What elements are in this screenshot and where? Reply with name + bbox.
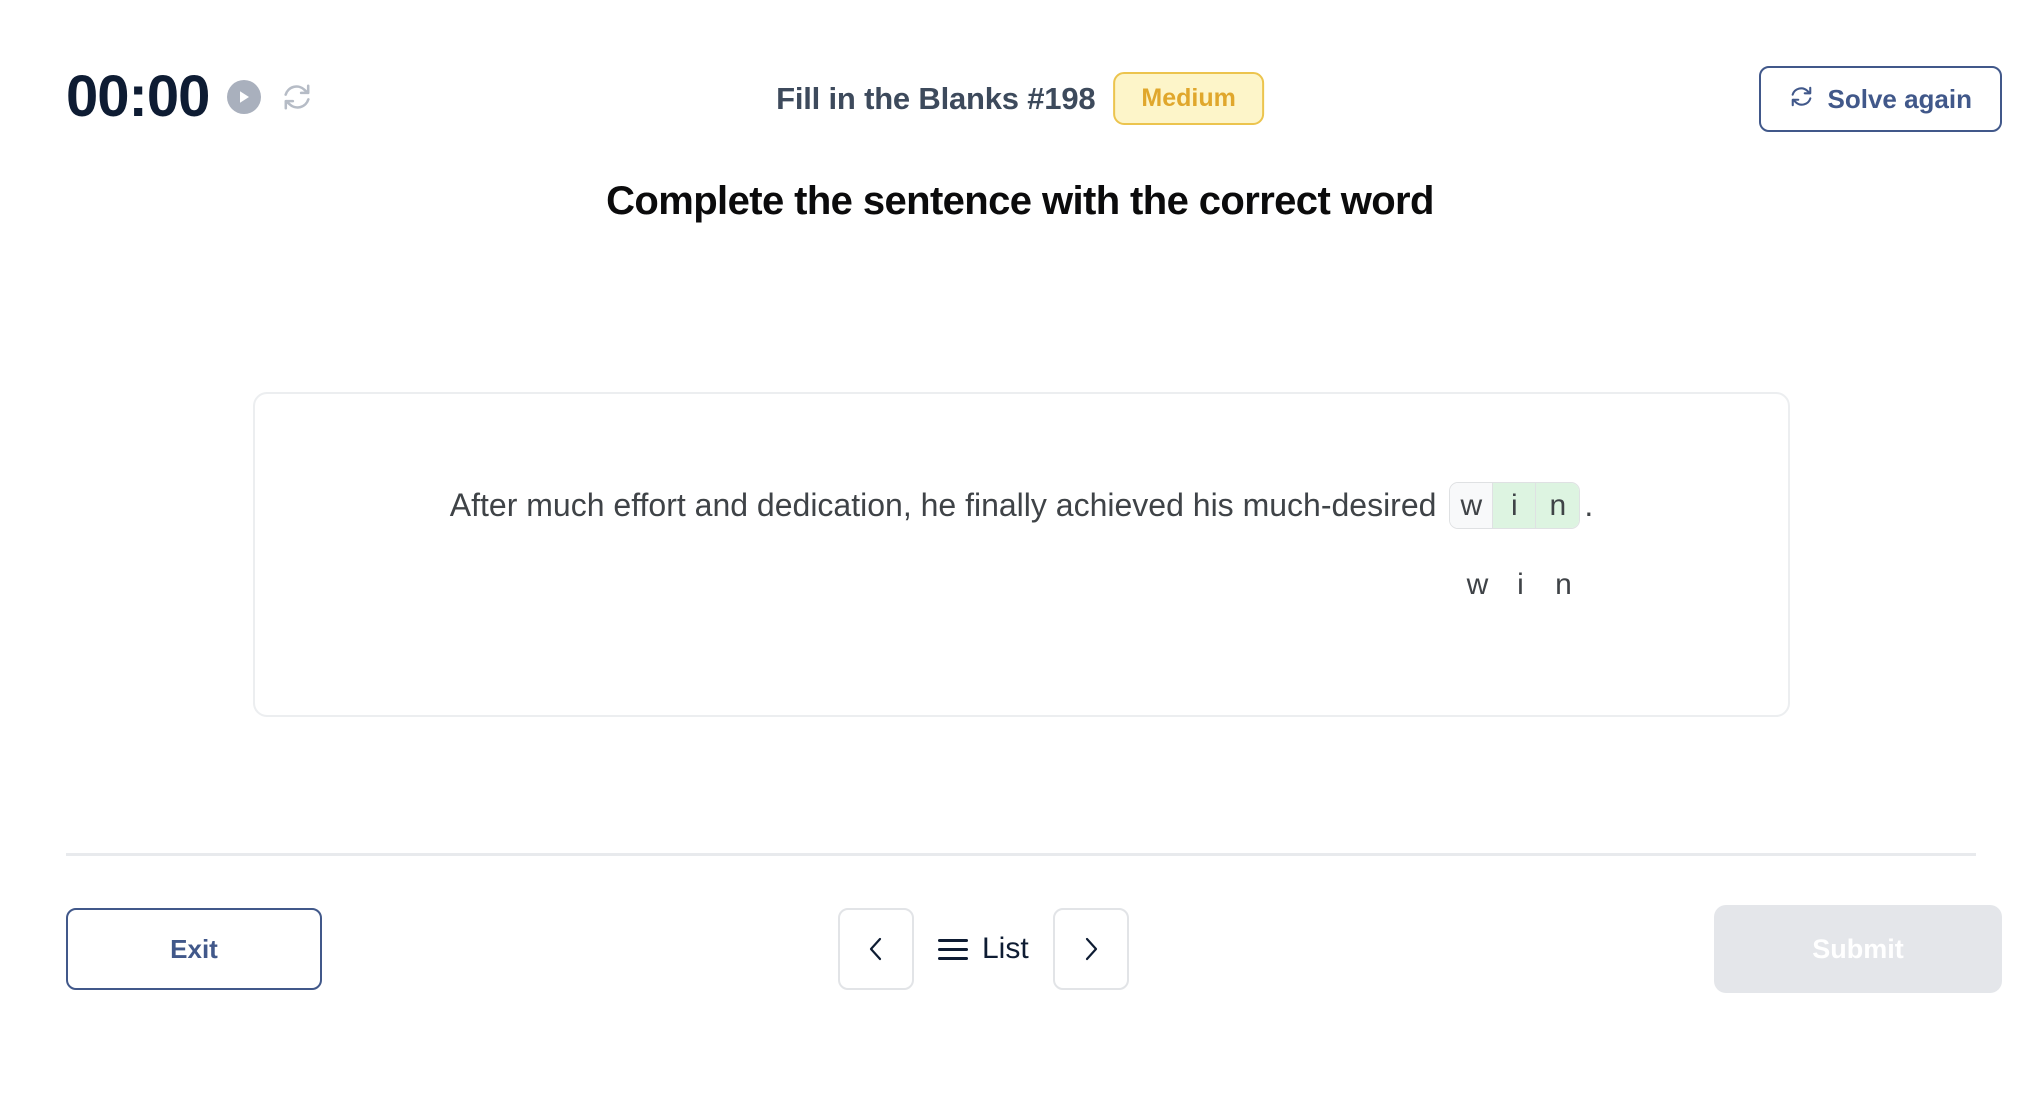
footer-divider [66, 853, 1976, 856]
sentence-text-after: . [1584, 487, 1594, 524]
next-button[interactable] [1052, 908, 1129, 990]
question-card: After much effort and dedication, he fin… [253, 392, 1790, 717]
play-icon[interactable] [227, 80, 262, 114]
solve-again-button[interactable]: Solve again [1758, 66, 2002, 132]
blank-cell-3[interactable]: n [1536, 483, 1580, 528]
list-label: List [982, 932, 1029, 965]
previous-button[interactable] [838, 908, 914, 990]
reset-icon[interactable] [279, 79, 315, 115]
instruction-heading: Complete the sentence with the correct w… [606, 179, 1434, 223]
letter-bank-item[interactable]: i [1499, 570, 1542, 600]
difficulty-badge: Medium [1113, 72, 1264, 125]
letter-bank: w i n [1456, 570, 1585, 600]
chevron-left-icon [869, 937, 882, 961]
hamburger-icon [938, 938, 968, 960]
sentence-text-before: After much effort and dedication, he fin… [449, 487, 1446, 524]
top-bar: 00:00 Fill in the Blanks #198 Medium Sol… [0, 0, 2040, 155]
exit-button[interactable]: Exit [66, 908, 322, 990]
navigation-group: List [838, 908, 1129, 990]
submit-button[interactable]: Submit [1714, 905, 2002, 993]
refresh-icon [1789, 84, 1814, 114]
sentence-wrap: After much effort and dedication, he fin… [255, 482, 1788, 529]
blank-cell-2[interactable]: i [1493, 483, 1537, 528]
blank-cell-1[interactable]: w [1450, 483, 1494, 528]
solve-again-label: Solve again [1827, 84, 1973, 114]
list-button[interactable]: List [932, 934, 1035, 964]
chevron-right-icon [1085, 937, 1097, 961]
page-title: Fill in the Blanks #198 [776, 80, 1096, 116]
quiz-page: 00:00 Fill in the Blanks #198 Medium Sol… [0, 0, 2040, 1112]
sentence-line: After much effort and dedication, he fin… [450, 482, 1593, 529]
timer-group: 00:00 [66, 68, 315, 126]
letter-bank-item[interactable]: n [1542, 570, 1585, 600]
quiz-title-group: Fill in the Blanks #198 Medium [776, 72, 1264, 125]
blank-boxes[interactable]: w i n [1449, 482, 1581, 529]
letter-bank-item[interactable]: w [1456, 570, 1499, 600]
timer-display: 00:00 [66, 64, 210, 129]
